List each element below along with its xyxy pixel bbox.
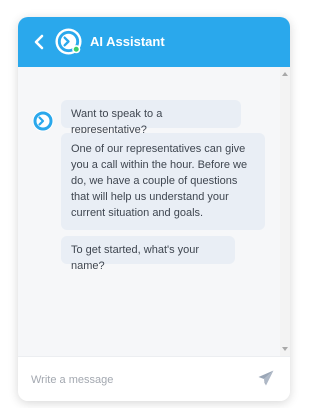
assistant-logo-icon bbox=[55, 28, 82, 55]
message-input[interactable] bbox=[31, 371, 231, 389]
bot-message: One of our representatives can give you … bbox=[61, 133, 265, 230]
send-icon[interactable] bbox=[257, 369, 275, 387]
message-scrollbar[interactable] bbox=[280, 67, 290, 356]
chat-widget: AI Assistant Want to speak to a represen… bbox=[18, 17, 290, 401]
scroll-down-arrow-icon[interactable] bbox=[282, 347, 288, 351]
chevron-left-icon[interactable] bbox=[32, 31, 46, 53]
bot-avatar-icon bbox=[32, 110, 54, 132]
chat-header: AI Assistant bbox=[18, 17, 290, 67]
scroll-up-arrow-icon[interactable] bbox=[282, 72, 288, 76]
message-list[interactable]: Want to speak to a representative? One o… bbox=[18, 67, 280, 356]
bot-message: Want to speak to a representative? bbox=[61, 100, 241, 136]
bot-message: To get started, what's your name? bbox=[61, 236, 235, 272]
chat-title: AI Assistant bbox=[90, 34, 165, 49]
composer bbox=[18, 356, 290, 401]
